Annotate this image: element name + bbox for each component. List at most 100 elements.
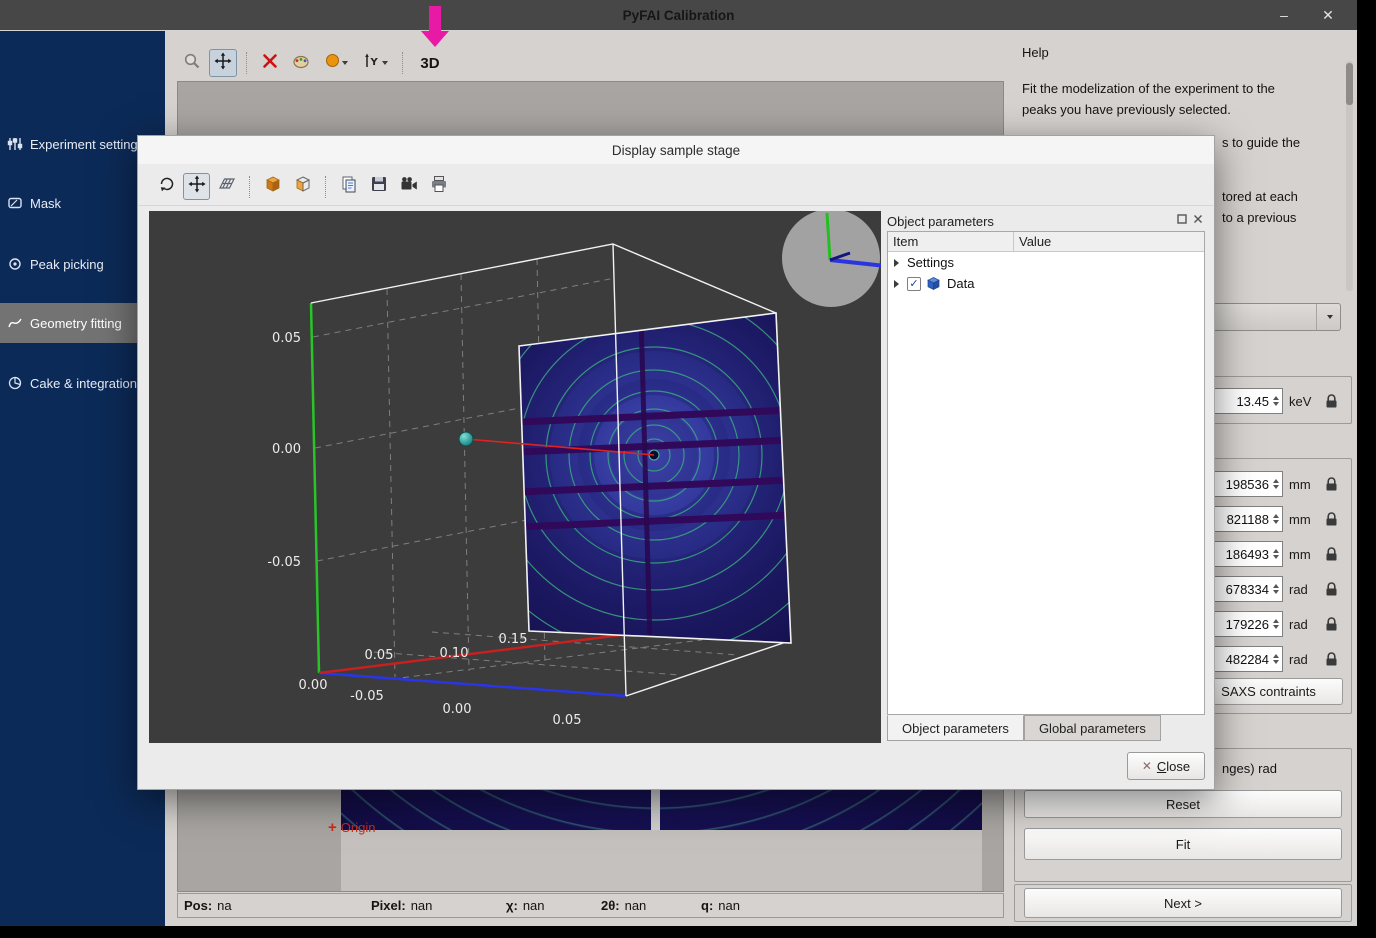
dialog-title[interactable]: Display sample stage [138,136,1214,164]
reset-button[interactable]: Reset [1024,790,1342,818]
unit-label: keV [1289,394,1319,409]
minimize-button[interactable]: – [1269,0,1299,30]
energy-value: 13.45 [1236,394,1269,409]
rotate-icon [158,175,176,198]
data-visibility-checkbox[interactable]: ✓ [907,277,921,291]
svg-text:0.00: 0.00 [272,442,301,457]
fit-button[interactable]: Fit [1024,828,1342,860]
record-video-button[interactable] [395,173,422,200]
status-chi: χ:nan [506,898,545,913]
svg-text:0.00: 0.00 [443,702,472,717]
unit-label: rad [1289,582,1319,597]
lock-icon[interactable] [1325,512,1339,527]
close-window-button[interactable]: ✕ [1313,0,1343,30]
lock-icon[interactable] [1325,477,1339,492]
help-text-fragment: to a previous [1222,210,1296,225]
status-q: q:nan [701,898,740,913]
copy-button[interactable] [335,173,362,200]
colormap-button[interactable] [287,49,315,77]
unit-label: mm [1289,547,1319,562]
annotation-arrow-head-icon [421,31,449,47]
spinner-arrows-icon[interactable] [1273,584,1279,594]
saxs-constraints-button[interactable]: SAXS contraints [1194,678,1343,705]
help-title: Help [1022,45,1049,60]
lock-icon[interactable] [1325,617,1339,632]
display-sample-stage-dialog: Display sample stage [137,135,1215,790]
next-button[interactable]: Next > [1024,888,1342,918]
video-camera-icon [400,175,418,198]
marker-button[interactable] [318,49,354,77]
cube-face-icon [294,175,312,198]
print-button[interactable] [425,173,452,200]
tree-row-data[interactable]: ✓ Data [888,273,1204,294]
3d-label: 3D [420,55,439,72]
magnifier-icon [183,52,201,75]
pan-button[interactable] [209,49,237,77]
status-pixel: Pixel:nan [371,898,432,913]
rotate-view-button[interactable] [153,173,180,200]
scrollbar-thumb[interactable] [1346,63,1353,105]
window-title: PyFAI Calibration [623,8,735,23]
origin-label: Origin [341,820,376,835]
toolbar-separator [246,52,247,74]
spinner-arrows-icon[interactable] [1273,479,1279,489]
3d-view-button[interactable]: 3D [412,49,448,77]
close-panel-icon[interactable] [1192,213,1203,224]
column-item[interactable]: Item [888,232,1014,251]
expander-icon[interactable] [894,259,899,267]
cube-face-button[interactable] [289,173,316,200]
help-text-fragment: tored at each [1222,189,1298,204]
spinner-arrows-icon[interactable] [1273,549,1279,559]
zoom-button[interactable] [178,49,206,77]
grid-plane-button[interactable] [213,173,240,200]
lock-icon[interactable] [1325,394,1339,409]
expander-icon[interactable] [894,280,899,288]
clear-button[interactable] [256,49,284,77]
svg-text:-0.05: -0.05 [267,555,301,570]
unit-label: mm [1289,512,1319,527]
svg-text:0.15: 0.15 [499,632,528,647]
bounding-box-button[interactable] [259,173,286,200]
lock-icon[interactable] [1325,582,1339,597]
spinner-arrows-icon[interactable] [1273,654,1279,664]
lock-icon[interactable] [1325,547,1339,562]
cube-icon [264,175,282,198]
sample-stage-3d-view[interactable]: 0.05 0.00 -0.05 0.00 -0.05 0.00 0.05 0.0… [149,211,881,743]
help-scrollbar[interactable] [1346,61,1353,291]
tree-row-settings[interactable]: Settings [888,252,1204,273]
y-axis-icon: Y [362,52,380,75]
titlebar[interactable]: PyFAI Calibration – ✕ [0,0,1357,30]
lock-icon[interactable] [1325,652,1339,667]
parameters-tree[interactable]: Item Value Settings ✓ Data [887,231,1205,715]
data-cube-icon [926,276,942,291]
save-button[interactable] [365,173,392,200]
diffraction-image-strip[interactable] [341,790,982,830]
float-panel-icon[interactable] [1176,213,1187,224]
pan-view-button[interactable] [183,173,210,200]
y-axis-button[interactable]: Y [357,49,393,77]
chevron-down-icon [382,61,388,65]
toolbar-separator [249,176,250,198]
check-icon: ✓ [909,277,918,290]
column-value[interactable]: Value [1014,232,1204,251]
spinner-arrows-icon[interactable] [1273,619,1279,629]
tab-object-parameters[interactable]: Object parameters [887,715,1024,741]
spinner-arrows-icon[interactable] [1273,514,1279,524]
dialog-close-button[interactable]: ✕ Close [1127,752,1205,780]
unit-label: rad [1289,617,1319,632]
plot-toolbar: Y 3D [178,46,1004,80]
status-2theta: 2θ:nan [601,898,646,913]
3d-canvas[interactable]: 0.05 0.00 -0.05 0.00 -0.05 0.00 0.05 0.0… [149,211,881,743]
chevron-down-icon [1327,315,1333,319]
spinner-arrows-icon[interactable] [1273,396,1279,406]
sample-point [459,432,473,446]
svg-text:0.10: 0.10 [440,646,469,661]
panel-tabs: Object parameters Global parameters [887,715,1161,741]
curve-icon [6,315,24,331]
pan-arrows-icon [214,52,232,75]
plot-margin [341,830,982,892]
pan-arrows-icon [188,175,206,198]
dialog-toolbar [139,168,1213,206]
tab-global-parameters[interactable]: Global parameters [1024,715,1161,741]
chevron-down-icon [342,61,348,65]
